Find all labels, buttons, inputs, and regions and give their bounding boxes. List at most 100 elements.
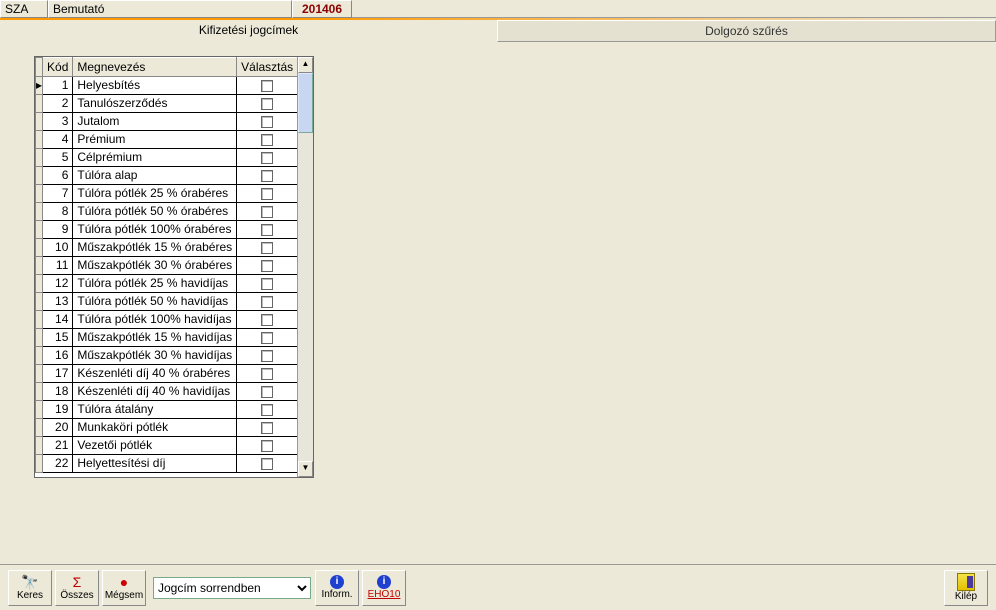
table-row[interactable]: 2Tanulószerződés	[36, 95, 298, 113]
checkbox[interactable]	[261, 440, 273, 452]
table-row[interactable]: 9Túlóra pótlék 100% órabéres	[36, 221, 298, 239]
search-button[interactable]: 🔭 Keres	[8, 570, 52, 606]
cell-megnevezes: Készenléti díj 40 % órabéres	[73, 365, 237, 383]
cell-megnevezes: Túlóra pótlék 100% havidíjas	[73, 311, 237, 329]
checkbox[interactable]	[261, 404, 273, 416]
table-row[interactable]: 22Helyettesítési díj	[36, 455, 298, 473]
table-row[interactable]: 4Prémium	[36, 131, 298, 149]
checkbox[interactable]	[261, 278, 273, 290]
table-row[interactable]: 17Készenléti díj 40 % órabéres	[36, 365, 298, 383]
cell-valasztas[interactable]	[237, 203, 297, 221]
cell-kod: 9	[43, 221, 73, 239]
scroll-thumb[interactable]	[298, 73, 313, 133]
checkbox[interactable]	[261, 152, 273, 164]
cell-megnevezes: Túlóra pótlék 25 % havidíjas	[73, 275, 237, 293]
cell-valasztas[interactable]	[237, 185, 297, 203]
cell-valasztas[interactable]	[237, 455, 297, 473]
cell-valasztas[interactable]	[237, 329, 297, 347]
col-header-kod[interactable]: Kód	[43, 58, 73, 77]
table-row[interactable]: 12Túlóra pótlék 25 % havidíjas	[36, 275, 298, 293]
cell-kod: 10	[43, 239, 73, 257]
checkbox[interactable]	[261, 296, 273, 308]
scroll-up-button[interactable]: ▲	[298, 57, 313, 73]
row-marker	[36, 293, 43, 311]
tab-payment-titles[interactable]: Kifizetési jogcímek	[0, 20, 497, 42]
inform-button[interactable]: i Inform.	[315, 570, 359, 606]
sort-order-select[interactable]: Jogcím sorrendben	[153, 577, 311, 599]
cell-megnevezes: Célprémium	[73, 149, 237, 167]
search-label: Keres	[17, 590, 43, 601]
table-row[interactable]: 7Túlóra pótlék 25 % órabéres	[36, 185, 298, 203]
checkbox[interactable]	[261, 386, 273, 398]
cancel-label: Mégsem	[105, 590, 143, 601]
cancel-button[interactable]: ● Mégsem	[102, 570, 146, 606]
table-row[interactable]: 5Célprémium	[36, 149, 298, 167]
cell-megnevezes: Műszakpótlék 15 % órabéres	[73, 239, 237, 257]
checkbox[interactable]	[261, 116, 273, 128]
table-row[interactable]: 20Munkaköri pótlék	[36, 419, 298, 437]
cell-valasztas[interactable]	[237, 437, 297, 455]
table-row[interactable]: 18Készenléti díj 40 % havidíjas	[36, 383, 298, 401]
checkbox[interactable]	[261, 332, 273, 344]
sum-all-button[interactable]: Σ Összes	[55, 570, 99, 606]
table-row[interactable]: 8Túlóra pótlék 50 % órabéres	[36, 203, 298, 221]
data-grid[interactable]: Kód Megnevezés Választás ▸1Helyesbítés2T…	[35, 57, 297, 473]
checkbox[interactable]	[261, 242, 273, 254]
scroll-down-button[interactable]: ▼	[298, 461, 313, 477]
row-marker	[36, 221, 43, 239]
checkbox[interactable]	[261, 260, 273, 272]
scroll-track[interactable]	[298, 73, 313, 461]
table-row[interactable]: 19Túlóra átalány	[36, 401, 298, 419]
checkbox[interactable]	[261, 188, 273, 200]
cell-valasztas[interactable]	[237, 257, 297, 275]
checkbox[interactable]	[261, 314, 273, 326]
checkbox[interactable]	[261, 80, 273, 92]
checkbox[interactable]	[261, 134, 273, 146]
checkbox[interactable]	[261, 224, 273, 236]
cell-valasztas[interactable]	[237, 419, 297, 437]
cell-valasztas[interactable]	[237, 239, 297, 257]
cell-valasztas[interactable]	[237, 347, 297, 365]
cell-valasztas[interactable]	[237, 365, 297, 383]
checkbox[interactable]	[261, 98, 273, 110]
checkbox[interactable]	[261, 170, 273, 182]
vertical-scrollbar[interactable]: ▲ ▼	[297, 57, 313, 477]
cell-valasztas[interactable]	[237, 401, 297, 419]
row-marker: ▸	[36, 77, 43, 95]
checkbox[interactable]	[261, 422, 273, 434]
cell-valasztas[interactable]	[237, 293, 297, 311]
checkbox[interactable]	[261, 206, 273, 218]
checkbox[interactable]	[261, 368, 273, 380]
table-row[interactable]: 3Jutalom	[36, 113, 298, 131]
cell-valasztas[interactable]	[237, 149, 297, 167]
cell-valasztas[interactable]	[237, 113, 297, 131]
table-row[interactable]: 10Műszakpótlék 15 % órabéres	[36, 239, 298, 257]
cell-megnevezes: Prémium	[73, 131, 237, 149]
cell-valasztas[interactable]	[237, 95, 297, 113]
cell-kod: 21	[43, 437, 73, 455]
checkbox[interactable]	[261, 350, 273, 362]
cell-valasztas[interactable]	[237, 275, 297, 293]
table-row[interactable]: ▸1Helyesbítés	[36, 77, 298, 95]
checkbox[interactable]	[261, 458, 273, 470]
cell-valasztas[interactable]	[237, 131, 297, 149]
exit-button[interactable]: Kilép	[944, 570, 988, 606]
cell-valasztas[interactable]	[237, 221, 297, 239]
table-row[interactable]: 16Műszakpótlék 30 % havidíjas	[36, 347, 298, 365]
cell-valasztas[interactable]	[237, 383, 297, 401]
table-row[interactable]: 15Műszakpótlék 15 % havidíjas	[36, 329, 298, 347]
info-icon: i	[377, 575, 391, 589]
cell-valasztas[interactable]	[237, 77, 297, 95]
tab-employee-filter[interactable]: Dolgozó szűrés	[497, 20, 996, 42]
table-row[interactable]: 13Túlóra pótlék 50 % havidíjas	[36, 293, 298, 311]
table-row[interactable]: 21Vezetői pótlék	[36, 437, 298, 455]
cell-valasztas[interactable]	[237, 311, 297, 329]
binoculars-icon: 🔭	[21, 574, 38, 590]
table-row[interactable]: 11Műszakpótlék 30 % órabéres	[36, 257, 298, 275]
table-row[interactable]: 6Túlóra alap	[36, 167, 298, 185]
cell-valasztas[interactable]	[237, 167, 297, 185]
table-row[interactable]: 14Túlóra pótlék 100% havidíjas	[36, 311, 298, 329]
col-header-valasztas[interactable]: Választás	[237, 58, 297, 77]
eho10-button[interactable]: i EHO10	[362, 570, 406, 606]
col-header-megnevezes[interactable]: Megnevezés	[73, 58, 237, 77]
